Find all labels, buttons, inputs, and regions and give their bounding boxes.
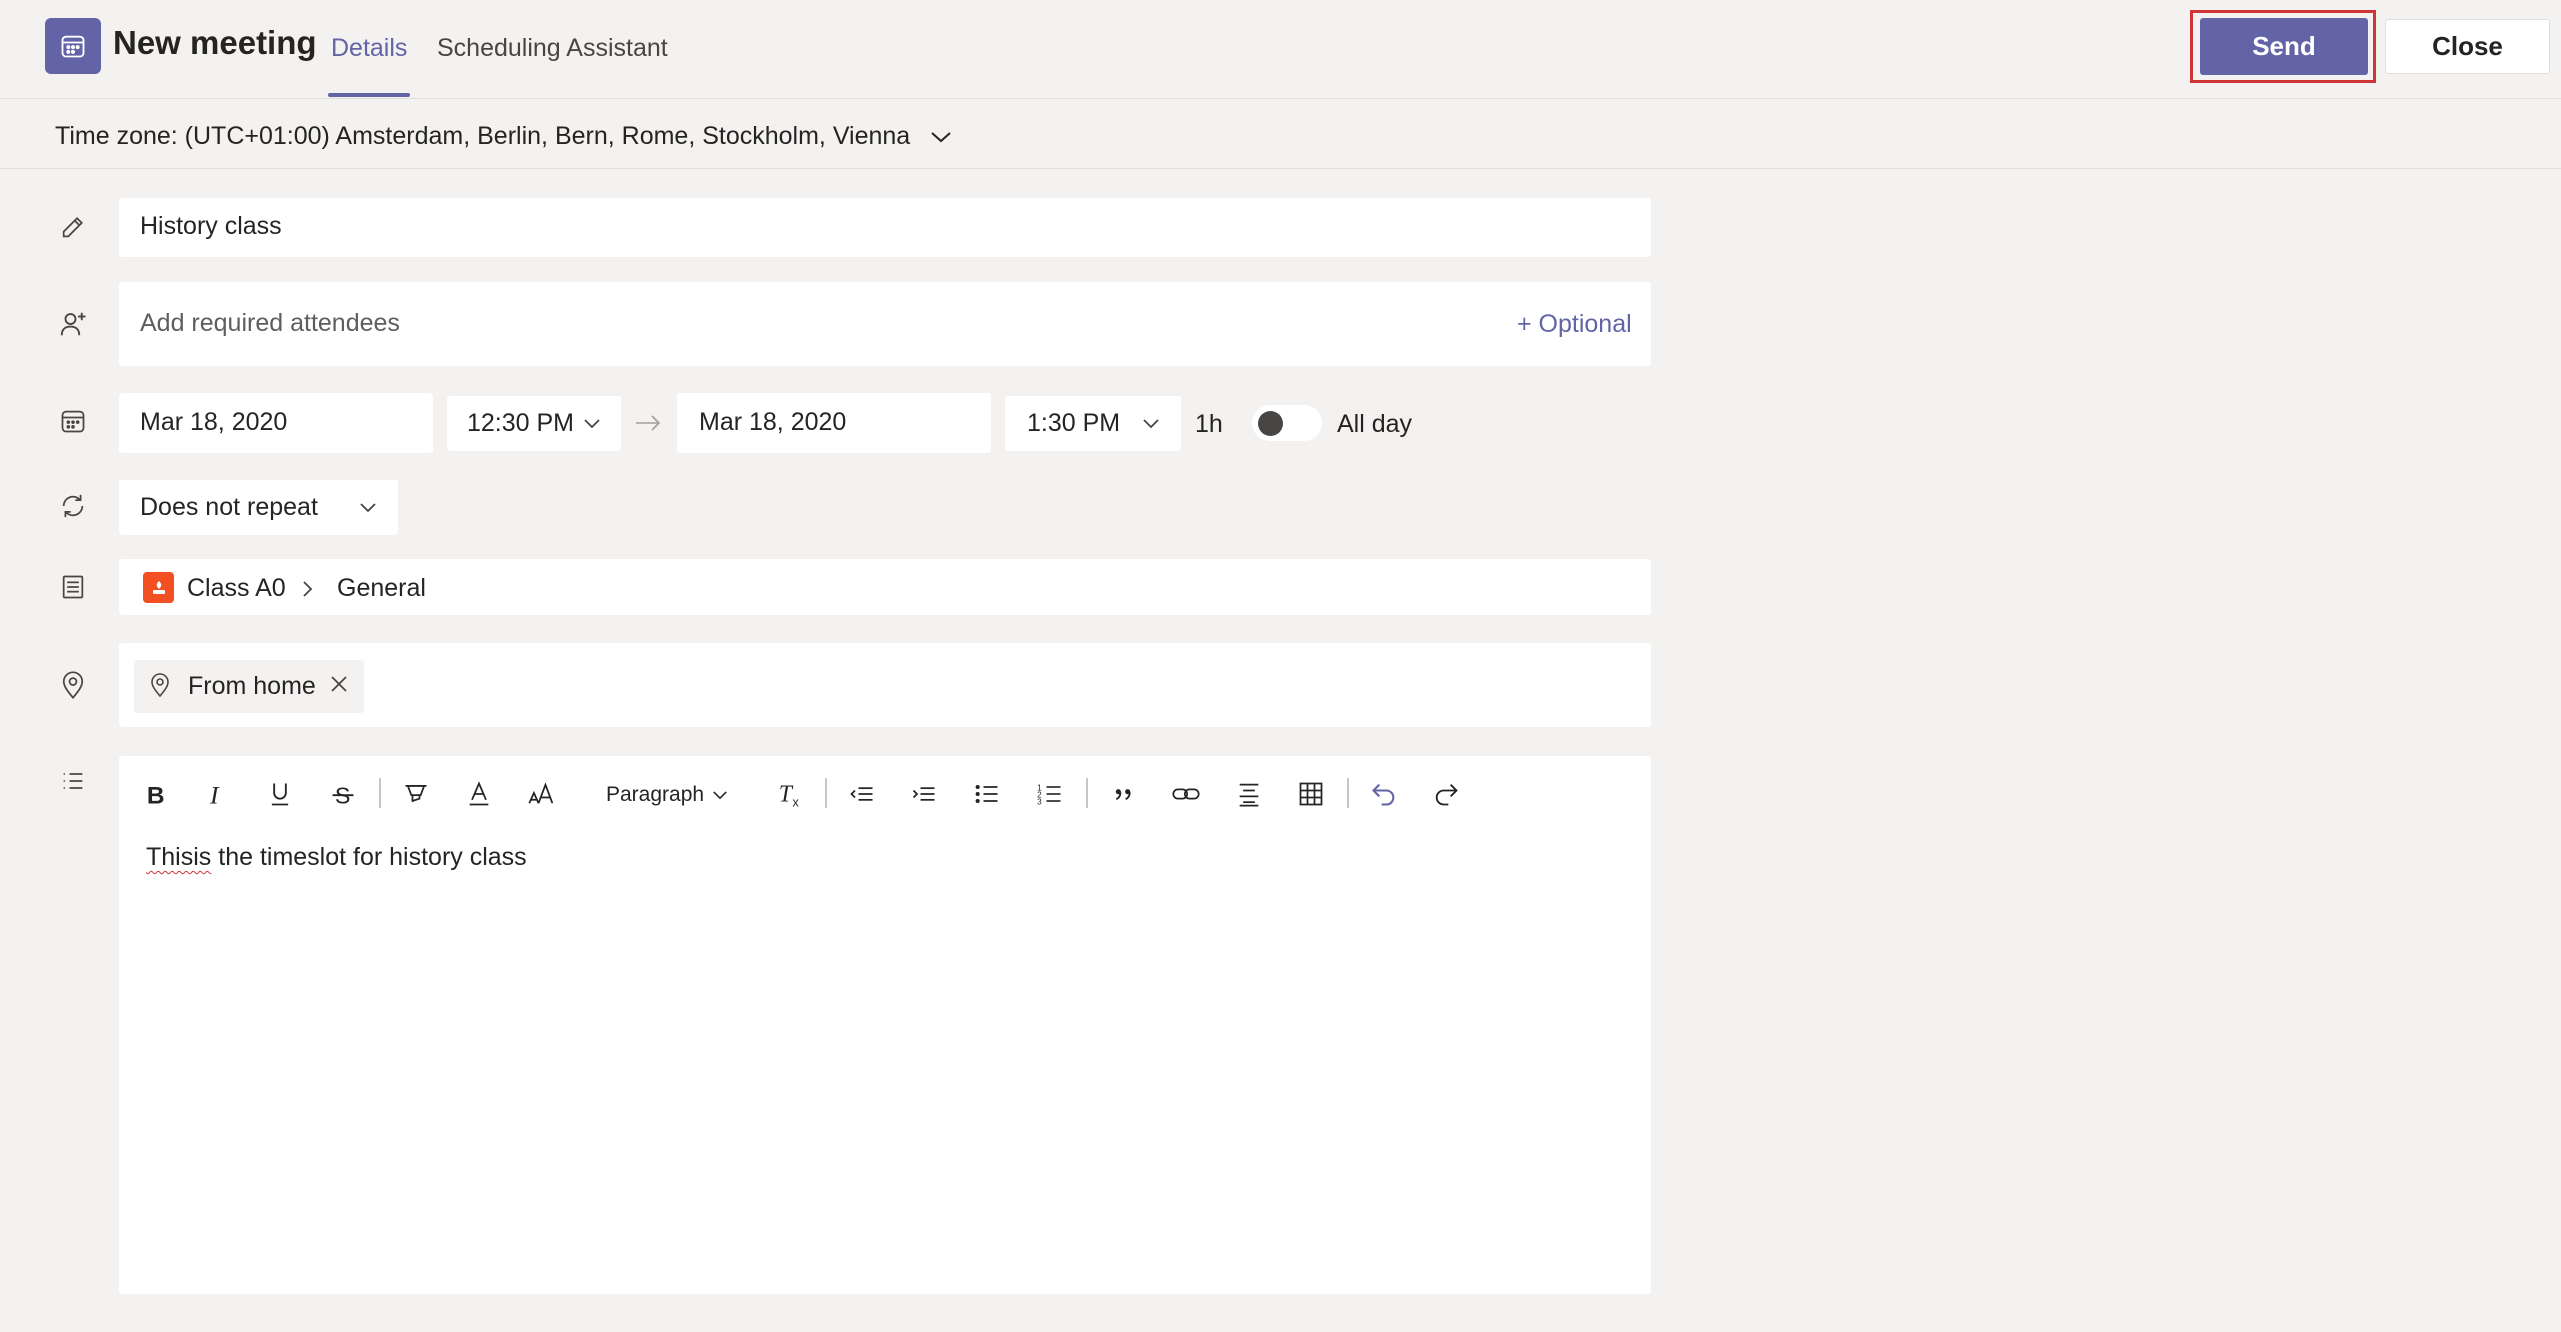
chevron-right-icon bbox=[302, 580, 314, 598]
chevron-down-icon bbox=[583, 418, 601, 430]
repeat-value: Does not repeat bbox=[140, 493, 318, 521]
clear-formatting-icon[interactable]: Tx bbox=[771, 775, 809, 813]
title-field[interactable]: History class bbox=[119, 198, 1651, 257]
decrease-indent-icon[interactable] bbox=[843, 775, 881, 813]
channel-name: General bbox=[337, 574, 426, 602]
timezone-divider bbox=[0, 168, 2561, 169]
calendar-icon bbox=[56, 404, 90, 438]
tab-details[interactable]: Details bbox=[331, 34, 407, 63]
channel-field[interactable]: Class A0 General bbox=[119, 559, 1651, 615]
svg-text:I: I bbox=[209, 780, 220, 808]
description-text: the timeslot for history class bbox=[211, 843, 527, 871]
end-time-value: 1:30 PM bbox=[1027, 409, 1121, 437]
quote-icon[interactable] bbox=[1104, 775, 1142, 813]
optional-attendees-link[interactable]: + Optional bbox=[1517, 310, 1632, 339]
underline-icon[interactable] bbox=[261, 775, 299, 813]
arrow-right-icon bbox=[634, 413, 662, 433]
strikethrough-icon[interactable]: S bbox=[324, 775, 362, 813]
toolbar-separator bbox=[825, 778, 827, 808]
chevron-down-icon bbox=[712, 790, 728, 801]
highlight-icon[interactable] bbox=[397, 775, 435, 813]
tab-scheduling-assistant[interactable]: Scheduling Assistant bbox=[437, 34, 668, 63]
misspelled-word: Thisis bbox=[146, 843, 212, 871]
chevron-down-icon bbox=[359, 502, 377, 514]
svg-text:B: B bbox=[147, 782, 165, 808]
location-icon bbox=[56, 668, 90, 702]
increase-indent-icon[interactable] bbox=[905, 775, 943, 813]
calendar-app-icon bbox=[45, 18, 101, 74]
attendees-placeholder: Add required attendees bbox=[140, 309, 400, 337]
chevron-down-icon bbox=[930, 130, 952, 144]
channel-team: Class A0 bbox=[187, 574, 286, 602]
end-date-value: Mar 18, 2020 bbox=[699, 408, 847, 436]
toolbar-separator bbox=[1086, 778, 1088, 808]
font-color-icon[interactable] bbox=[460, 775, 498, 813]
toolbar-separator bbox=[379, 778, 381, 808]
channel-icon bbox=[56, 570, 90, 604]
pencil-icon bbox=[56, 210, 90, 244]
team-avatar-icon bbox=[143, 572, 174, 603]
timezone-label: Time zone: (UTC+01:00) Amsterdam, Berlin… bbox=[55, 122, 911, 150]
page-title: New meeting bbox=[113, 24, 317, 61]
toolbar-separator bbox=[1347, 778, 1349, 808]
paragraph-style-select[interactable]: Paragraph bbox=[606, 783, 728, 807]
start-date-value: Mar 18, 2020 bbox=[140, 408, 288, 436]
font-size-icon[interactable] bbox=[523, 775, 561, 813]
bold-icon[interactable]: B bbox=[136, 775, 174, 813]
description-editor[interactable] bbox=[119, 756, 1651, 1294]
description-body: Thisis the timeslot for history class bbox=[146, 843, 527, 872]
redo-icon[interactable] bbox=[1427, 775, 1465, 813]
start-date-picker[interactable]: Mar 18, 2020 bbox=[119, 393, 433, 453]
all-day-label: All day bbox=[1337, 410, 1413, 438]
italic-icon[interactable]: I bbox=[198, 775, 236, 813]
attendees-field[interactable]: Add required attendees bbox=[119, 282, 1651, 366]
details-list-icon bbox=[56, 764, 90, 798]
location-pin-icon bbox=[148, 671, 172, 699]
end-time-select[interactable]: 1:30 PM bbox=[1005, 396, 1181, 451]
svg-text:3: 3 bbox=[1037, 798, 1042, 807]
table-icon[interactable] bbox=[1292, 775, 1330, 813]
location-value: From home bbox=[188, 672, 316, 700]
add-person-icon bbox=[56, 307, 90, 341]
start-time-select[interactable]: 12:30 PM bbox=[447, 396, 621, 451]
send-button[interactable]: Send bbox=[2200, 18, 2368, 75]
repeat-select[interactable]: Does not repeat bbox=[119, 480, 398, 535]
svg-text:T: T bbox=[779, 782, 794, 808]
header-divider bbox=[0, 98, 2561, 99]
paragraph-style-label: Paragraph bbox=[606, 783, 705, 806]
chevron-down-icon bbox=[1142, 418, 1160, 430]
bulleted-list-icon[interactable] bbox=[968, 775, 1006, 813]
toggle-knob bbox=[1258, 411, 1283, 436]
duration-label: 1h bbox=[1195, 410, 1223, 438]
repeat-icon bbox=[56, 489, 90, 523]
align-icon[interactable] bbox=[1230, 775, 1268, 813]
title-value: History class bbox=[140, 212, 282, 240]
link-icon[interactable] bbox=[1167, 775, 1205, 813]
end-date-picker[interactable]: Mar 18, 2020 bbox=[677, 393, 991, 453]
remove-location-icon[interactable] bbox=[330, 675, 348, 693]
timezone-selector[interactable]: Time zone: (UTC+01:00) Amsterdam, Berlin… bbox=[55, 122, 952, 151]
close-button[interactable]: Close bbox=[2385, 19, 2550, 74]
svg-text:x: x bbox=[793, 796, 800, 810]
start-time-value: 12:30 PM bbox=[467, 409, 575, 437]
undo-icon[interactable] bbox=[1365, 775, 1403, 813]
numbered-list-icon[interactable]: 123 bbox=[1031, 775, 1069, 813]
tab-active-indicator bbox=[328, 93, 410, 97]
